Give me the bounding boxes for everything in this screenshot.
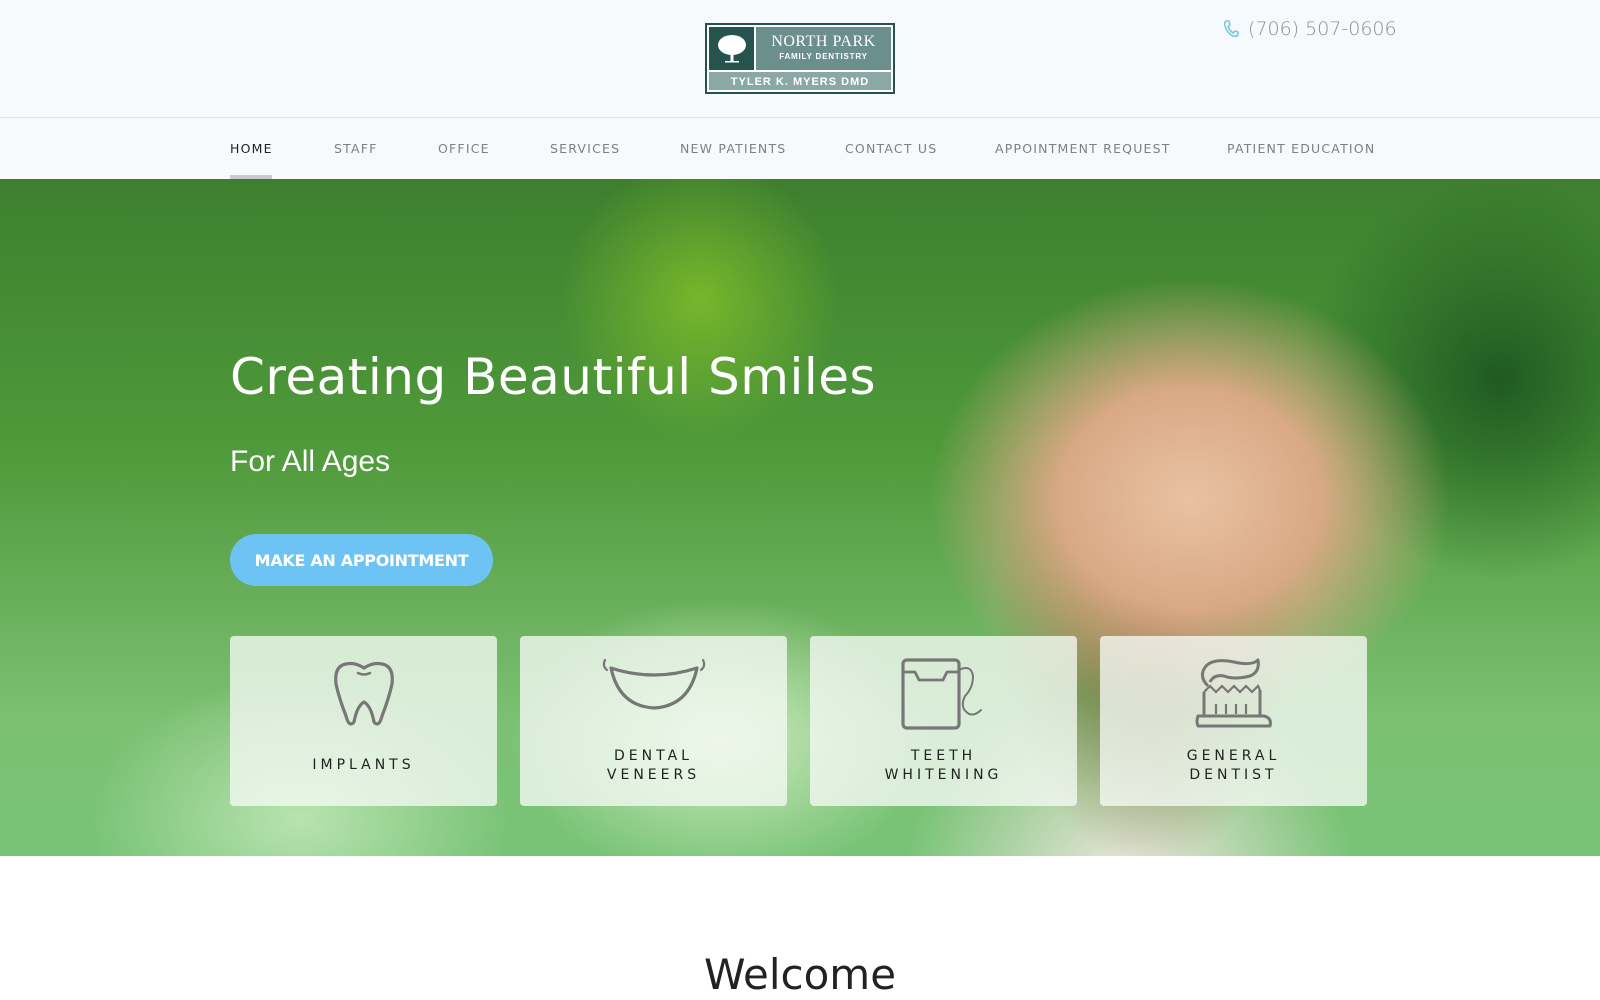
service-label-line2: WHITENING (884, 767, 1003, 783)
service-card-teeth-whitening[interactable]: TEETH WHITENING (810, 636, 1077, 806)
tree-icon (709, 27, 754, 70)
phone-number: (706) 507-0606 (1248, 18, 1397, 40)
service-label-line2: VENEERS (606, 767, 701, 783)
hero-subtitle: For All Ages (230, 445, 391, 478)
nav-item-services[interactable]: SERVICES (550, 141, 620, 156)
service-label-line1: DENTAL (614, 748, 693, 764)
top-header: NORTH PARK FAMILY DENTISTRY TYLER K. MYE… (0, 0, 1600, 118)
service-label: DENTAL VENEERS (520, 747, 787, 785)
nav-item-appointment-request[interactable]: APPOINTMENT REQUEST (995, 141, 1171, 156)
toothbrush-icon (1100, 656, 1367, 736)
service-label: TEETH WHITENING (810, 747, 1077, 785)
logo-doctor-name: TYLER K. MYERS DMD (709, 72, 891, 90)
make-appointment-button[interactable]: MAKE AN APPOINTMENT (230, 534, 493, 586)
site-logo[interactable]: NORTH PARK FAMILY DENTISTRY TYLER K. MYE… (705, 23, 895, 94)
hero-banner: Creating Beautiful Smiles For All Ages M… (0, 179, 1600, 856)
service-card-general-dentist[interactable]: GENERAL DENTIST (1100, 636, 1367, 806)
nav-item-home[interactable]: HOME (230, 141, 273, 156)
logo-practice-name: NORTH PARK FAMILY DENTISTRY (756, 27, 891, 70)
service-card-dental-veneers[interactable]: DENTAL VENEERS (520, 636, 787, 806)
service-label: IMPLANTS (312, 757, 415, 773)
logo-name-line1: NORTH PARK (771, 33, 876, 50)
nav-item-new-patients[interactable]: NEW PATIENTS (680, 141, 786, 156)
nav-item-staff[interactable]: STAFF (334, 141, 378, 156)
service-label-line1: GENERAL (1186, 748, 1281, 764)
smile-icon (520, 656, 787, 736)
floss-icon (810, 656, 1077, 736)
service-card-implants[interactable]: IMPLANTS (230, 636, 497, 806)
service-label-line1: TEETH (910, 748, 977, 764)
tooth-icon (230, 656, 497, 736)
main-nav: HOME STAFF OFFICE SERVICES NEW PATIENTS … (0, 118, 1600, 179)
phone-icon (1223, 20, 1239, 38)
hero-title: Creating Beautiful Smiles (230, 348, 877, 406)
service-label-line2: DENTIST (1189, 767, 1278, 783)
phone-link[interactable]: (706) 507-0606 (1222, 18, 1397, 40)
service-label: GENERAL DENTIST (1100, 747, 1367, 785)
welcome-heading: Welcome (703, 950, 897, 999)
nav-item-contact-us[interactable]: CONTACT US (845, 141, 937, 156)
nav-item-patient-education[interactable]: PATIENT EDUCATION (1227, 141, 1375, 156)
nav-item-office[interactable]: OFFICE (438, 141, 490, 156)
logo-name-line2: FAMILY DENTISTRY (779, 52, 868, 61)
